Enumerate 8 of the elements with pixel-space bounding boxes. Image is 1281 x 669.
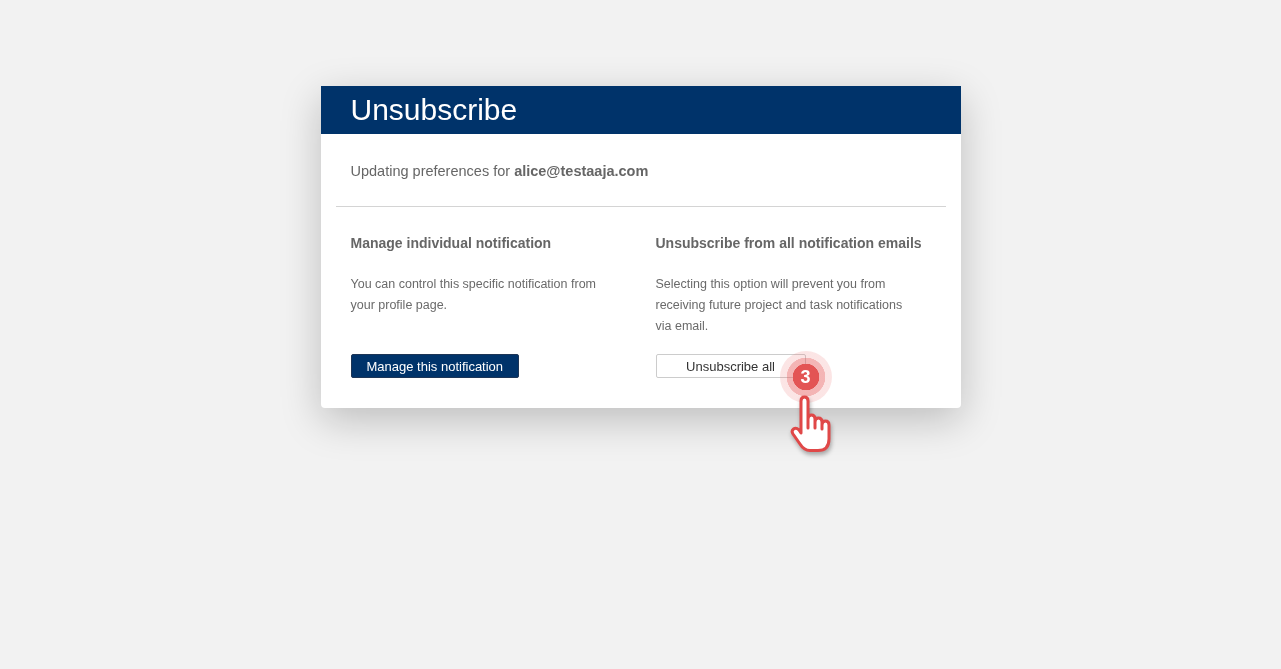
step-badge: 3: [779, 351, 832, 403]
option-heading: Unsubscribe from all notification emails: [655, 234, 923, 252]
option-description: Selecting this option will prevent you from receiving future project and task notifications via email.: [655, 276, 904, 335]
intro-text: Updating preferences for alice@testaaja.com: [350, 162, 650, 180]
dialog-title: Unsubscribe: [350, 92, 518, 128]
option-heading: Manage individual notification: [350, 234, 553, 252]
option-description: You can control this specific notification from your profile page.: [350, 276, 597, 314]
manage-button[interactable]: Manage this notification: [350, 354, 520, 378]
